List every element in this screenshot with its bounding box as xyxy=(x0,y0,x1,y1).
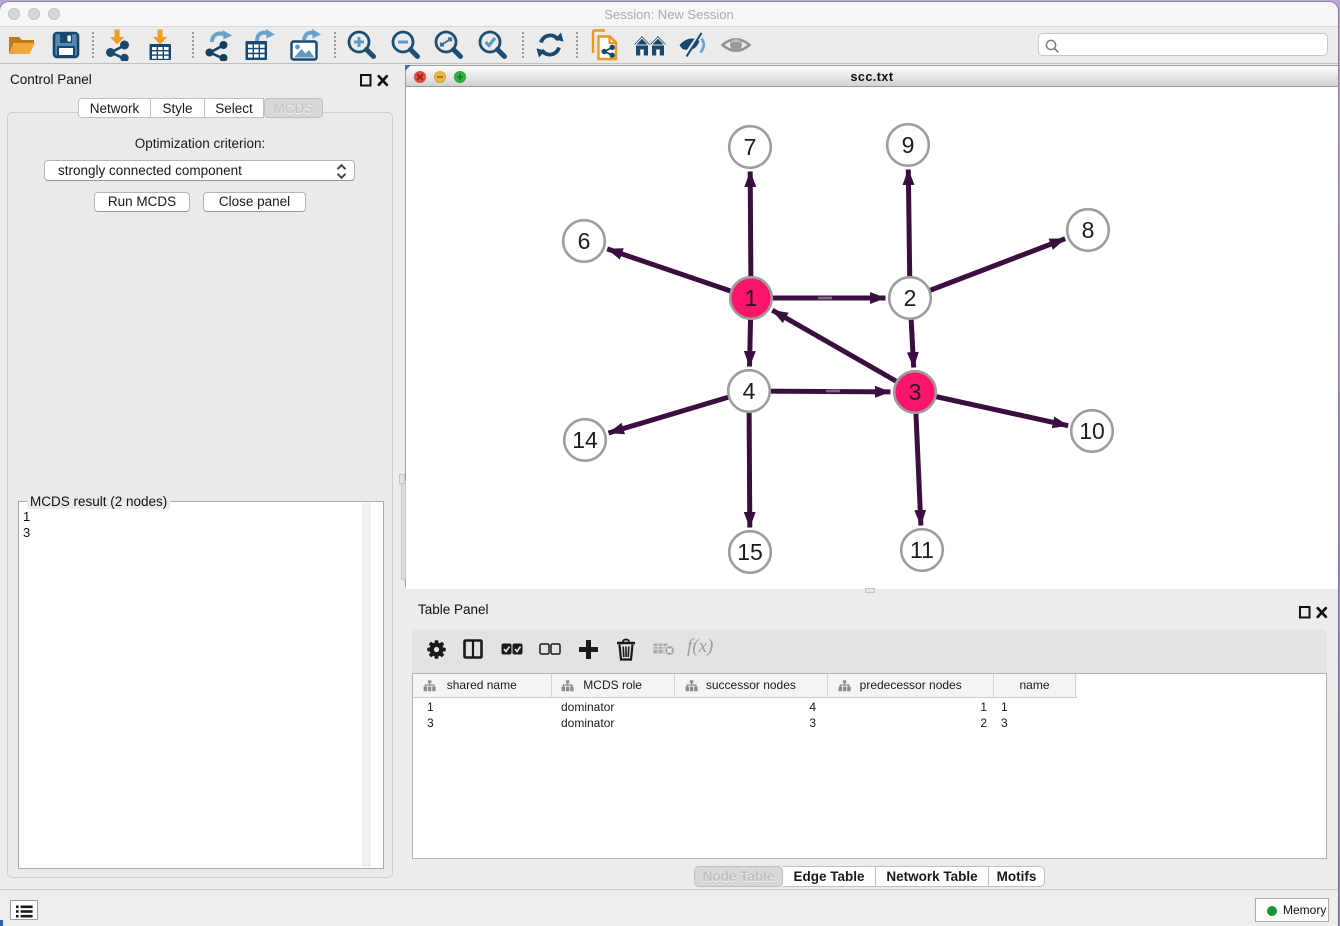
svg-text:2: 2 xyxy=(904,285,917,311)
svg-text:9: 9 xyxy=(902,132,915,158)
svg-text:15: 15 xyxy=(737,539,763,565)
svg-text:10: 10 xyxy=(1079,418,1105,444)
svg-text:7: 7 xyxy=(744,134,757,160)
svg-text:6: 6 xyxy=(578,228,591,254)
svg-text:8: 8 xyxy=(1082,217,1095,243)
svg-text:4: 4 xyxy=(743,378,756,404)
svg-text:3: 3 xyxy=(909,379,922,405)
svg-text:14: 14 xyxy=(572,427,598,453)
svg-text:11: 11 xyxy=(910,537,934,563)
svg-text:1: 1 xyxy=(745,285,758,311)
